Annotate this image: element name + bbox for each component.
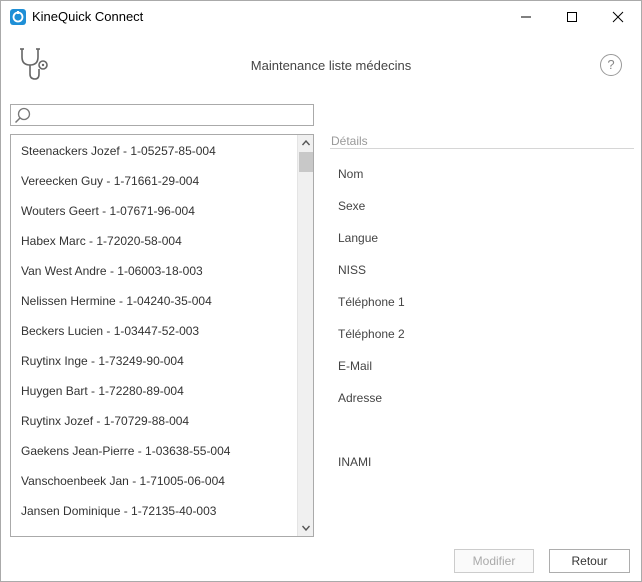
- doctor-list[interactable]: Steenackers Jozef - 1-05257-85-004 Veree…: [10, 134, 314, 537]
- details-divider: [330, 148, 634, 149]
- list-item[interactable]: Beckers Lucien - 1-03447-52-003: [21, 316, 199, 346]
- list-item[interactable]: Steenackers Jozef - 1-05257-85-004: [21, 136, 216, 166]
- chevron-down-icon: [302, 525, 310, 531]
- list-item[interactable]: Gaekens Jean-Pierre - 1-03638-55-004: [21, 436, 230, 466]
- maximize-button[interactable]: [549, 1, 595, 32]
- field-label-niss: NISS: [338, 263, 367, 277]
- chevron-up-icon: [302, 140, 310, 146]
- field-label-adresse: Adresse: [338, 391, 383, 405]
- scroll-up-button[interactable]: [298, 135, 313, 151]
- list-item[interactable]: Jansen Dominique - 1-72135-40-003: [21, 496, 216, 526]
- app-window: KineQuick Connect Maintenance liste méde…: [0, 0, 642, 582]
- modifier-button[interactable]: Modifier: [454, 549, 534, 573]
- field-label-nom: Nom: [338, 167, 364, 181]
- list-scrollbar[interactable]: [297, 135, 313, 536]
- field-label-telephone1: Téléphone 1: [338, 295, 405, 309]
- search-input[interactable]: [35, 106, 311, 124]
- close-icon: [612, 11, 624, 23]
- list-item[interactable]: Huygen Bart - 1-72280-89-004: [21, 376, 184, 406]
- field-label-email: E-Mail: [338, 359, 373, 373]
- search-field[interactable]: [10, 104, 314, 126]
- field-label-telephone2: Téléphone 2: [338, 327, 405, 341]
- list-item[interactable]: Ruytinx Jozef - 1-70729-88-004: [21, 406, 189, 436]
- list-item[interactable]: Vereecken Guy - 1-71661-29-004: [21, 166, 199, 196]
- minimize-icon: [521, 16, 531, 18]
- field-label-langue: Langue: [338, 231, 379, 245]
- app-logo-icon: [10, 9, 26, 25]
- list-item[interactable]: Habex Marc - 1-72020-58-004: [21, 226, 182, 256]
- retour-button[interactable]: Retour: [549, 549, 630, 573]
- details-header: Détails: [331, 134, 368, 148]
- list-item[interactable]: Vanschoenbeek Jan - 1-71005-06-004: [21, 466, 225, 496]
- window-title: KineQuick Connect: [32, 9, 144, 24]
- minimize-button[interactable]: [503, 1, 549, 32]
- list-item[interactable]: Nelissen Hermine - 1-04240-35-004: [21, 286, 212, 316]
- field-label-sexe: Sexe: [338, 199, 366, 213]
- scroll-thumb[interactable]: [299, 152, 313, 172]
- help-icon[interactable]: ?: [600, 54, 622, 76]
- page-title: Maintenance liste médecins: [250, 58, 412, 73]
- search-icon: [14, 107, 31, 124]
- title-bar[interactable]: KineQuick Connect: [1, 1, 641, 32]
- field-label-inami: INAMI: [338, 455, 372, 469]
- list-item[interactable]: Van West Andre - 1-06003-18-003: [21, 256, 203, 286]
- list-item[interactable]: Wouters Geert - 1-07671-96-004: [21, 196, 195, 226]
- scroll-down-button[interactable]: [298, 520, 313, 536]
- close-button[interactable]: [595, 1, 641, 32]
- maximize-icon: [567, 12, 577, 22]
- list-item[interactable]: Ruytinx Inge - 1-73249-90-004: [21, 346, 184, 376]
